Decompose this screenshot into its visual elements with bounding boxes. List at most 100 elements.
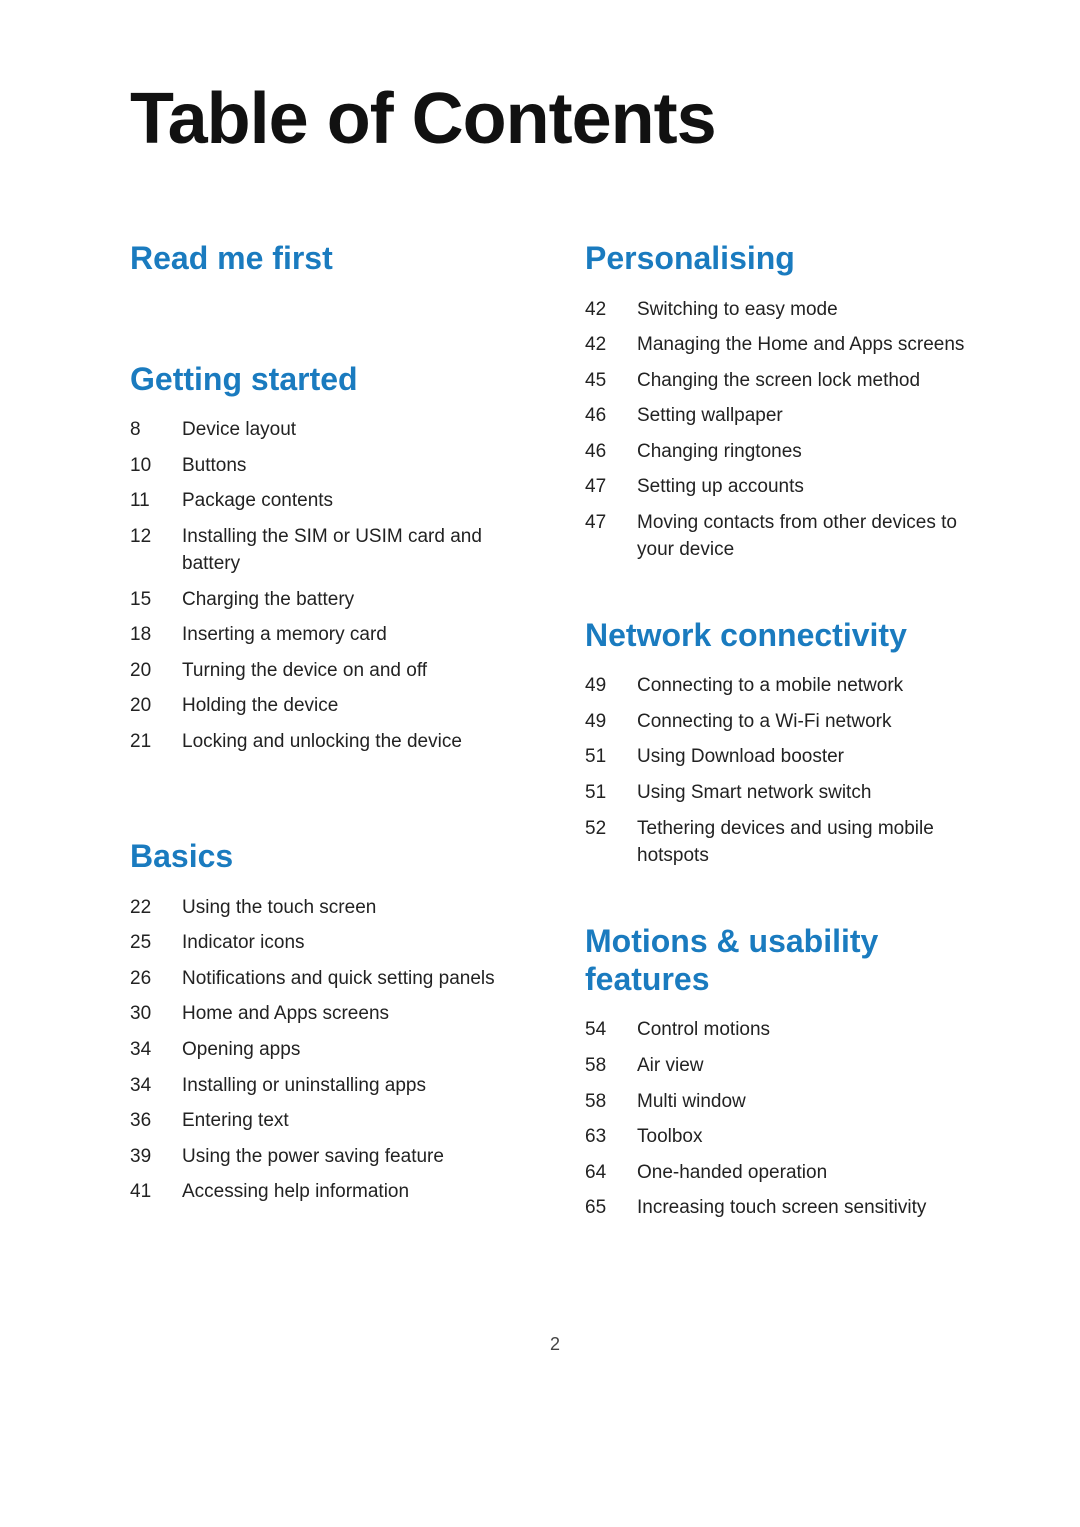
list-item: 49 Connecting to a mobile network [585,672,980,700]
list-item: 15 Charging the battery [130,586,525,614]
item-label: Holding the device [182,692,338,720]
page-title: Table of Contents [130,80,980,159]
item-label: Using Download booster [637,743,844,771]
list-item: 34 Installing or uninstalling apps [130,1072,525,1100]
page-number: 30 [130,1000,182,1028]
list-item: 26 Notifications and quick setting panel… [130,965,525,993]
item-label: Setting up accounts [637,473,804,501]
item-label: One-handed operation [637,1159,827,1187]
page-number: 15 [130,586,182,614]
page-number: 20 [130,657,182,685]
page-number: 8 [130,416,182,444]
list-item: 47 Moving contacts from other devices to… [585,509,980,564]
list-item: 20 Turning the device on and off [130,657,525,685]
list-item: 58 Multi window [585,1088,980,1116]
getting-started-list: 8 Device layout 10 Buttons 11 Package co… [130,416,525,755]
section-title-motions-usability: Motions & usability features [585,922,980,999]
page-number: 58 [585,1088,637,1116]
item-label: Buttons [182,452,246,480]
item-label: Home and Apps screens [182,1000,389,1028]
list-item: 20 Holding the device [130,692,525,720]
list-item: 30 Home and Apps screens [130,1000,525,1028]
item-label: Installing or uninstalling apps [182,1072,426,1100]
list-item: 45 Changing the screen lock method [585,367,980,395]
page-number: 22 [130,894,182,922]
section-motions-usability: Motions & usability features 54 Control … [585,922,980,1222]
list-item: 51 Using Download booster [585,743,980,771]
section-getting-started: Getting started 8 Device layout 10 Butto… [130,360,525,756]
page-number: 51 [585,779,637,807]
page-number: 64 [585,1159,637,1187]
item-label: Connecting to a mobile network [637,672,903,700]
item-label: Entering text [182,1107,289,1135]
section-title-personalising: Personalising [585,239,980,277]
page-number: 10 [130,452,182,480]
item-label: Changing ringtones [637,438,802,466]
item-label: Installing the SIM or USIM card and batt… [182,523,525,578]
motions-list: 54 Control motions 58 Air view 58 Multi … [585,1016,980,1221]
item-label: Using the power saving feature [182,1143,444,1171]
personalising-list: 42 Switching to easy mode 42 Managing th… [585,296,980,564]
list-item: 8 Device layout [130,416,525,444]
basics-list: 22 Using the touch screen 25 Indicator i… [130,894,525,1206]
item-label: Air view [637,1052,704,1080]
item-label: Charging the battery [182,586,354,614]
item-label: Using Smart network switch [637,779,871,807]
page-number: 39 [130,1143,182,1171]
page-number: 49 [585,708,637,736]
section-title-getting-started: Getting started [130,360,525,398]
list-item: 58 Air view [585,1052,980,1080]
list-item: 22 Using the touch screen [130,894,525,922]
page-number: 47 [585,473,637,501]
item-label: Indicator icons [182,929,305,957]
section-personalising: Personalising 42 Switching to easy mode … [585,239,980,564]
page-number: 18 [130,621,182,649]
item-label: Opening apps [182,1036,300,1064]
page-number: 11 [130,487,182,515]
item-label: Managing the Home and Apps screens [637,331,964,359]
item-label: Switching to easy mode [637,296,838,324]
page-number: 58 [585,1052,637,1080]
page-number: 25 [130,929,182,957]
item-label: Changing the screen lock method [637,367,920,395]
list-item: 54 Control motions [585,1016,980,1044]
list-item: 64 One-handed operation [585,1159,980,1187]
network-list: 49 Connecting to a mobile network 49 Con… [585,672,980,869]
list-item: 18 Inserting a memory card [130,621,525,649]
list-item: 46 Changing ringtones [585,438,980,466]
item-label: Turning the device on and off [182,657,427,685]
page-number: 63 [585,1123,637,1151]
list-item: 42 Switching to easy mode [585,296,980,324]
section-title-network-connectivity: Network connectivity [585,616,980,654]
item-label: Using the touch screen [182,894,376,922]
item-label: Package contents [182,487,333,515]
section-basics: Basics 22 Using the touch screen 25 Indi… [130,837,525,1205]
item-label: Notifications and quick setting panels [182,965,495,993]
page-number: 54 [585,1016,637,1044]
list-item: 49 Connecting to a Wi-Fi network [585,708,980,736]
page-number: 46 [585,438,637,466]
list-item: 42 Managing the Home and Apps screens [585,331,980,359]
page-number: 47 [585,509,637,537]
item-label: Connecting to a Wi-Fi network [637,708,892,736]
item-label: Setting wallpaper [637,402,783,430]
page-number: 51 [585,743,637,771]
page-number: 21 [130,728,182,756]
item-label: Multi window [637,1088,746,1116]
page-number: 45 [585,367,637,395]
section-title-read-me-first: Read me first [130,239,525,277]
list-item: 25 Indicator icons [130,929,525,957]
page-number: 42 [585,296,637,324]
list-item: 51 Using Smart network switch [585,779,980,807]
list-item: 12 Installing the SIM or USIM card and b… [130,523,525,578]
right-column: Personalising 42 Switching to easy mode … [585,239,980,1274]
item-label: Device layout [182,416,296,444]
list-item: 39 Using the power saving feature [130,1143,525,1171]
page-footer: 2 [130,1334,980,1355]
list-item: 63 Toolbox [585,1123,980,1151]
item-label: Locking and unlocking the device [182,728,462,756]
page-number: 34 [130,1072,182,1100]
left-column: Read me first Getting started 8 Device l… [130,239,525,1274]
item-label: Accessing help information [182,1178,409,1206]
list-item: 65 Increasing touch screen sensitivity [585,1194,980,1222]
